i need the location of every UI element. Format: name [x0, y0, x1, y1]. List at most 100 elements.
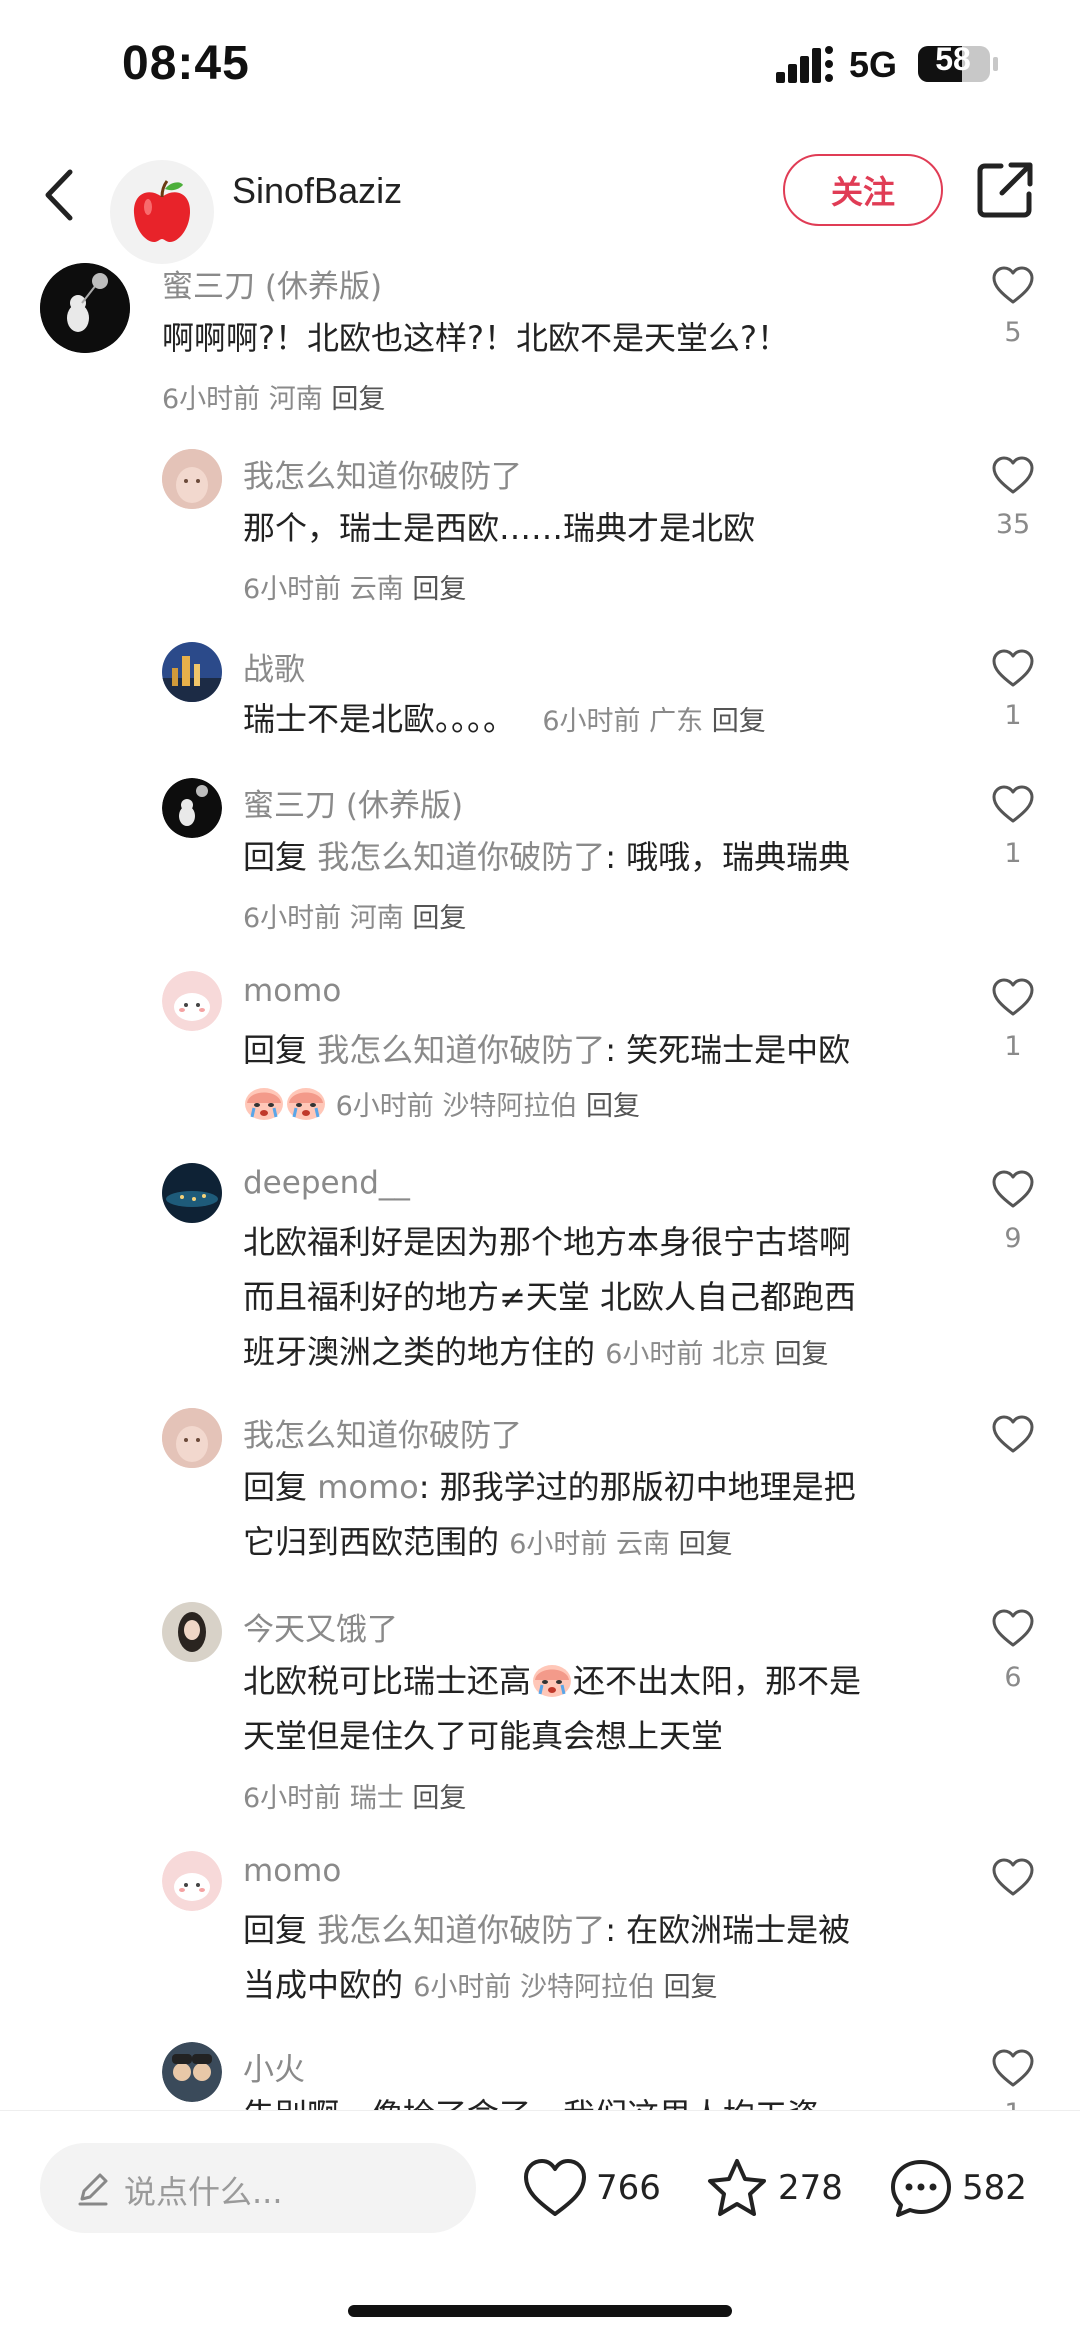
reply-button[interactable]: 回复	[412, 903, 466, 934]
avatar[interactable]	[162, 971, 222, 1031]
avatar-image	[162, 971, 222, 1031]
comment-text-line[interactable]: 回复 我怎么知道你破防了: 哦哦，瑞典瑞典	[243, 830, 850, 885]
reply-button[interactable]: 回复	[412, 1783, 466, 1814]
share-icon[interactable]	[975, 160, 1035, 220]
crying-emoji-icon	[533, 1665, 572, 1697]
follow-button[interactable]: 关注	[783, 154, 943, 226]
comment-text: 瑞士不是北歐。。。。	[243, 700, 516, 738]
reply-button[interactable]: 回复	[331, 384, 385, 415]
reply-to-user[interactable]: 我怎么知道你破防了	[317, 1031, 605, 1069]
avatar[interactable]	[162, 778, 222, 838]
comment-author[interactable]: 战歌	[243, 644, 305, 689]
comment-item: deepend__ 北欧福利好是因为那个地方本身很宁古塔啊 而且福利好的地方≠天…	[0, 1161, 1080, 1381]
comment-text[interactable]: 北欧福利好是因为那个地方本身很宁古塔啊	[243, 1215, 851, 1270]
comment-text[interactable]: 啊啊啊?！北欧也这样?！北欧不是天堂么?！	[162, 311, 789, 366]
comment-text: 它归到西欧范围的	[243, 1523, 500, 1561]
comment-bubble-icon	[891, 2160, 951, 2217]
comment-location: 河南	[349, 903, 404, 934]
comment-author[interactable]: 我怎么知道你破防了	[243, 1410, 522, 1455]
comment-author[interactable]: deepend__	[243, 1165, 410, 1201]
comment-text: 当成中欧的	[243, 1966, 404, 2004]
star-icon	[708, 2159, 766, 2216]
comment-text-line[interactable]: 当成中欧的 6小时前 沙特阿拉伯 回复	[243, 1958, 718, 2015]
heart-icon[interactable]	[991, 265, 1035, 305]
comment-text[interactable]: 告别啊，像捡了命了，我们这里人均工资	[243, 2088, 819, 2110]
like-count: 6	[1004, 1662, 1022, 1693]
comment-text-line[interactable]: 回复 momo: 那我学过的那版初中地理是把	[243, 1460, 856, 1515]
heart-icon[interactable]	[991, 784, 1035, 824]
reply-button[interactable]: 回复	[586, 1091, 640, 1122]
comment-meta: 6小时前 广东 回复	[525, 706, 766, 737]
comment-meta: 6小时前 云南 回复	[509, 1529, 732, 1560]
favorite-button[interactable]: 278	[704, 2151, 843, 2225]
avatar[interactable]	[162, 1851, 222, 1911]
heart-icon[interactable]	[991, 2048, 1035, 2088]
comment-text-line[interactable]: 瑞士不是北歐。。。。 6小时前 广东 回复	[243, 692, 766, 749]
comment-text-line[interactable]: 回复 我怎么知道你破防了: 笑死瑞士是中欧	[243, 1023, 850, 1078]
comment-item: 蜜三刀 (休养版) 啊啊啊?！北欧也这样?！北欧不是天堂么?！ 6小时前 河南 …	[0, 255, 1080, 425]
comment-meta: 6小时前 沙特阿拉伯 回复	[243, 1083, 640, 1123]
comment-text-line[interactable]: 北欧税可比瑞士还高 还不出太阳，那不是	[243, 1654, 861, 1709]
avatar-image	[162, 1163, 222, 1223]
comment-text: : 那我学过的那版初中地理是把	[418, 1468, 856, 1506]
avatar[interactable]	[162, 1163, 222, 1223]
heart-icon[interactable]	[991, 648, 1035, 688]
comment-item: momo 回复 我怎么知道你破防了: 笑死瑞士是中欧 6小时前 沙特阿拉伯 回复…	[0, 969, 1080, 1129]
reply-button[interactable]: 回复	[412, 574, 466, 605]
heart-icon[interactable]	[991, 1608, 1035, 1648]
reply-button[interactable]: 回复	[775, 1339, 829, 1370]
reply-to-user[interactable]: momo	[317, 1468, 419, 1506]
comment-author[interactable]: 蜜三刀 (休养版)	[162, 261, 382, 306]
author-name[interactable]: SinofBaziz	[232, 170, 402, 212]
comment-input[interactable]: 说点什么...	[40, 2143, 476, 2233]
favorite-count: 278	[778, 2168, 843, 2208]
comment-count: 582	[962, 2168, 1027, 2208]
comment-time: 6小时前	[542, 706, 641, 737]
reply-button[interactable]: 回复	[712, 706, 766, 737]
avatar[interactable]	[162, 449, 222, 509]
comment-author[interactable]: 蜜三刀 (休养版)	[243, 780, 463, 825]
reply-to-user[interactable]: 我怎么知道你破防了	[317, 1911, 605, 1949]
battery-level: 58	[935, 41, 971, 77]
like-count: 1	[1004, 838, 1022, 869]
comment-meta: 6小时前 瑞士 回复	[243, 1776, 466, 1815]
comment-author[interactable]: momo	[243, 973, 341, 1009]
heart-icon[interactable]	[991, 1414, 1035, 1454]
comment-button[interactable]: 582	[888, 2151, 1027, 2225]
back-icon[interactable]	[40, 168, 80, 222]
comment-text[interactable]: 而且福利好的地方≠天堂 北欧人自己都跑西	[243, 1270, 856, 1325]
avatar-image	[40, 263, 130, 353]
comment-text-line[interactable]: 回复 我怎么知道你破防了: 在欧洲瑞士是被	[243, 1903, 850, 1958]
reply-prefix: 回复	[243, 1031, 308, 1069]
comment-location: 云南	[349, 574, 404, 605]
avatar[interactable]	[162, 2042, 222, 2102]
comment-author[interactable]: 小火	[243, 2044, 305, 2089]
comment-author[interactable]: 今天又饿了	[243, 1604, 398, 1649]
comment-author[interactable]: momo	[243, 1853, 341, 1889]
comment-text[interactable]: 天堂但是住久了可能真会想上天堂	[243, 1709, 723, 1764]
comment-item: 我怎么知道你破防了 那个，瑞士是西欧……瑞典才是北欧 6小时前 云南 回复 35	[0, 447, 1080, 607]
comment-author[interactable]: 我怎么知道你破防了	[243, 451, 522, 496]
comment-location: 沙特阿拉伯	[442, 1091, 578, 1122]
reply-button[interactable]: 回复	[664, 1972, 718, 2003]
heart-icon[interactable]	[991, 1857, 1035, 1897]
comment-text-line[interactable]: 它归到西欧范围的 6小时前 云南 回复	[243, 1515, 733, 1572]
reply-to-user[interactable]: 我怎么知道你破防了	[317, 838, 605, 876]
home-indicator[interactable]	[348, 2305, 732, 2317]
comment-item: 蜜三刀 (休养版) 回复 我怎么知道你破防了: 哦哦，瑞典瑞典 6小时前 河南 …	[0, 776, 1080, 936]
avatar[interactable]	[162, 1602, 222, 1662]
status-bar: 08:45 5G 58	[0, 0, 1080, 130]
reply-button[interactable]: 回复	[679, 1529, 733, 1560]
avatar[interactable]	[162, 642, 222, 702]
heart-icon[interactable]	[991, 455, 1035, 495]
comment-text-line[interactable]: 班牙澳洲之类的地方住的 6小时前 北京 回复	[243, 1325, 829, 1382]
author-avatar[interactable]	[110, 160, 214, 264]
comment-text[interactable]: 那个，瑞士是西欧……瑞典才是北欧	[243, 501, 755, 556]
avatar[interactable]	[40, 263, 130, 353]
crying-emoji-icon	[245, 1088, 283, 1120]
like-button[interactable]: 766	[522, 2151, 661, 2225]
heart-icon[interactable]	[991, 977, 1035, 1017]
avatar[interactable]	[162, 1408, 222, 1468]
comment-meta: 6小时前 沙特阿拉伯 回复	[413, 1972, 717, 2003]
heart-icon[interactable]	[991, 1169, 1035, 1209]
